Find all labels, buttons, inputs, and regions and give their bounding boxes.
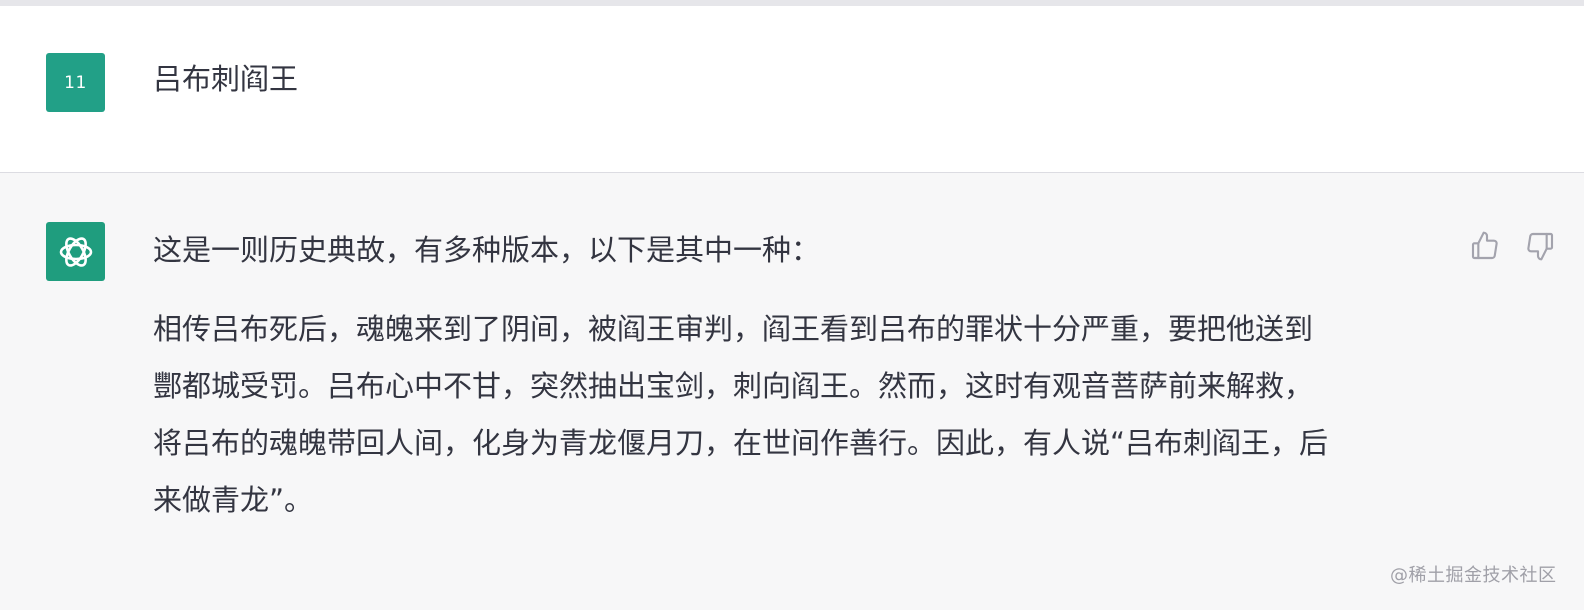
- story-line: 将吕布的魂魄带回人间，化身为青龙偃月刀，在世间作善行。因此，有人说“吕布刺阎王，…: [153, 426, 1329, 460]
- story-line: 相传吕布死后，魂魄来到了阴间，被阎王审判，阎王看到吕布的罪状十分严重，要把他送到: [153, 312, 1314, 346]
- user-avatar-label: 11: [64, 72, 87, 93]
- user-avatar: 11: [46, 53, 105, 112]
- thumbs-down-icon: [1527, 232, 1554, 261]
- openai-logo-icon: [59, 236, 92, 267]
- thumbs-up-icon: [1471, 231, 1498, 260]
- user-message-text: 吕布刺阎王: [153, 62, 299, 96]
- story-line: 来做青龙”。: [153, 483, 314, 517]
- user-message-row: 11 吕布刺阎王: [0, 6, 1584, 173]
- assistant-message-text: 这是一则历史典故，有多种版本，以下是其中一种： 相传吕布死后，魂魄来到了阴间，被…: [153, 225, 1443, 529]
- assistant-message-row: 这是一则历史典故，有多种版本，以下是其中一种： 相传吕布死后，魂魄来到了阴间，被…: [0, 173, 1584, 610]
- assistant-avatar: [46, 222, 105, 281]
- thumbs-up-button[interactable]: [1467, 228, 1503, 264]
- assistant-intro: 这是一则历史典故，有多种版本，以下是其中一种：: [153, 233, 821, 267]
- watermark: @稀土掘金技术社区: [1390, 565, 1557, 586]
- story-line: 酆都城受罚。吕布心中不甘，突然抽出宝剑，刺向阎王。然而，这时有观音菩萨前来解救，: [153, 369, 1314, 403]
- assistant-story-paragraph: 相传吕布死后，魂魄来到了阴间，被阎王审判，阎王看到吕布的罪状十分严重，要把他送到…: [153, 301, 1443, 529]
- thumbs-down-button[interactable]: [1522, 228, 1558, 264]
